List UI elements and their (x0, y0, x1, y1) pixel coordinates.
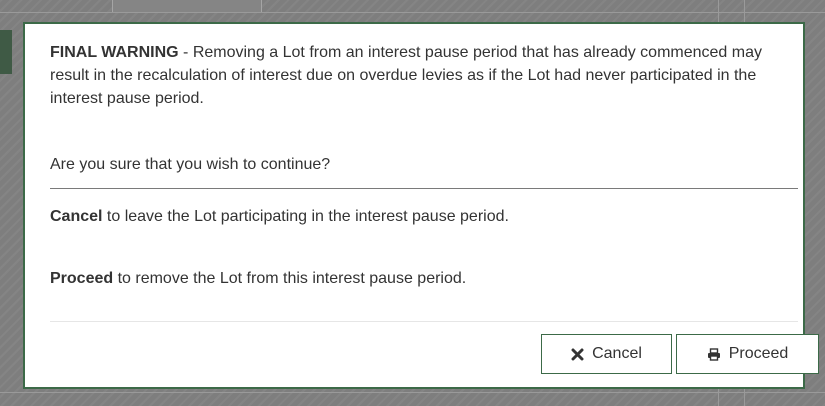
warning-message: FINAL WARNING - Removing a Lot from an i… (50, 41, 790, 110)
background-panel-edge (0, 30, 12, 74)
confirmation-dialog: FINAL WARNING - Removing a Lot from an i… (23, 22, 819, 389)
cancel-instruction: Cancel to leave the Lot participating in… (50, 207, 509, 227)
background-divider (0, 12, 825, 13)
proceed-instruction-text: to remove the Lot from this interest pau… (113, 270, 467, 287)
section-divider (50, 188, 798, 189)
proceed-keyword: Proceed (50, 270, 114, 287)
confirmation-question: Are you sure that you wish to continue? (50, 156, 331, 173)
close-icon (571, 348, 584, 361)
cancel-instruction-text: to leave the Lot participating in the in… (102, 208, 509, 225)
warning-heading: FINAL WARNING (50, 44, 179, 61)
cancel-button[interactable]: Cancel (541, 334, 672, 374)
background-divider (0, 392, 825, 393)
cancel-keyword: Cancel (50, 208, 103, 225)
cancel-button-label: Cancel (592, 345, 642, 362)
proceed-button[interactable]: Proceed (676, 334, 819, 374)
proceed-instruction: Proceed to remove the Lot from this inte… (50, 269, 466, 289)
printer-icon (707, 347, 721, 361)
footer-divider (50, 321, 798, 322)
proceed-button-label: Proceed (728, 345, 789, 362)
